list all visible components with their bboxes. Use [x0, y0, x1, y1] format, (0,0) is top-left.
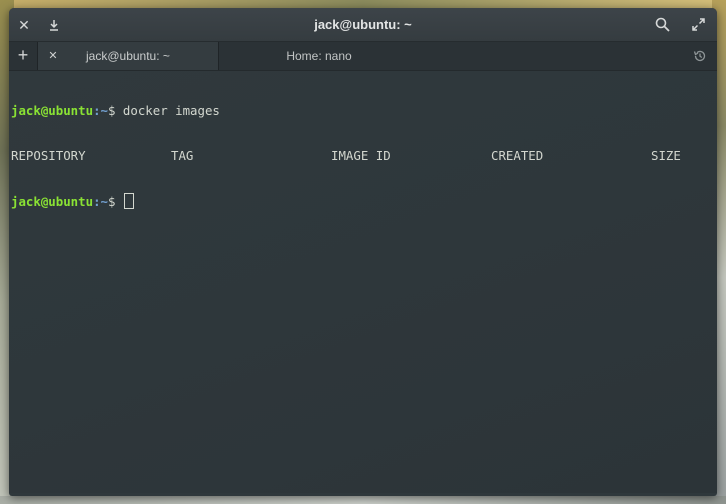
- header-image-id: IMAGE ID: [331, 148, 391, 163]
- terminal-line: REPOSITORY TAG IMAGE ID CREATED SIZE: [11, 148, 715, 163]
- prompt-path: :~: [93, 103, 108, 118]
- tab-nano[interactable]: Home: nano: [219, 42, 419, 70]
- terminal-line: jack@ubuntu:~$: [11, 193, 715, 209]
- header-size: SIZE: [651, 148, 681, 163]
- header-created: CREATED: [491, 148, 544, 163]
- history-icon[interactable]: [693, 42, 707, 70]
- text-cursor: [123, 193, 134, 209]
- terminal-line: jack@ubuntu:~$ docker images: [11, 103, 715, 118]
- tab-bar: + ✕ jack@ubuntu: ~ Home: nano: [9, 42, 717, 71]
- terminal-window: ✕ jack@ubuntu: ~ + ✕ jack@ubuntu: ~ Home…: [9, 8, 717, 496]
- terminal-output[interactable]: jack@ubuntu:~$ docker images REPOSITORY T…: [9, 71, 717, 493]
- command-text: docker images: [115, 103, 220, 118]
- window-title: jack@ubuntu: ~: [314, 17, 412, 32]
- search-icon[interactable]: [651, 14, 673, 36]
- desktop-wallpaper: [0, 0, 726, 8]
- close-icon[interactable]: ✕: [46, 42, 60, 70]
- tab-label: Home: nano: [286, 49, 352, 63]
- prompt-user: jack@ubuntu: [11, 103, 94, 118]
- header-tag: TAG: [171, 148, 194, 163]
- titlebar: ✕ jack@ubuntu: ~: [9, 8, 717, 42]
- plus-icon[interactable]: +: [9, 42, 38, 70]
- prompt-symbol: $: [107, 194, 116, 209]
- tab-terminal[interactable]: ✕ jack@ubuntu: ~: [38, 42, 219, 70]
- header-repository: REPOSITORY: [11, 148, 86, 163]
- prompt-user: jack@ubuntu: [11, 194, 94, 209]
- desktop-wallpaper-bottom: [0, 496, 726, 504]
- tab-label: jack@ubuntu: ~: [86, 49, 170, 63]
- prompt-path: :~: [93, 194, 108, 209]
- maximize-icon[interactable]: [687, 14, 709, 36]
